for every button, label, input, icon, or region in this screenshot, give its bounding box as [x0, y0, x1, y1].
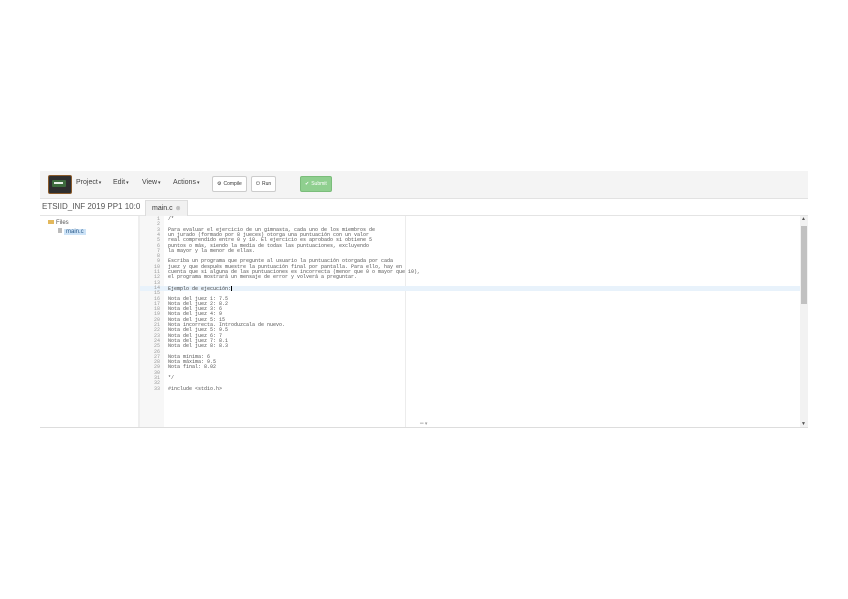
- text-cursor: [231, 285, 233, 291]
- tree-folder-files[interactable]: Files: [48, 220, 69, 226]
- file-tree: Files main.c: [40, 216, 138, 427]
- divider: [40, 427, 808, 428]
- menu-edit[interactable]: Edit▾: [113, 179, 129, 186]
- gear-icon: ⚙: [217, 181, 222, 187]
- compile-button[interactable]: ⚙ Compile: [212, 176, 247, 192]
- code-editor[interactable]: 1/* 2 3 Para evaluar el ejercicio de un gim…: [140, 216, 800, 427]
- menu-actions[interactable]: Actions▾: [173, 179, 199, 186]
- code-text: #include <stdio.h>: [168, 385, 223, 392]
- scroll-up-icon[interactable]: ▲: [801, 216, 806, 222]
- tab-main-c[interactable]: main.c ⊗: [145, 200, 188, 216]
- scrollbar-thumb[interactable]: [801, 226, 807, 304]
- close-icon[interactable]: ⊗: [176, 206, 181, 212]
- run-button[interactable]: ⏻ Run: [251, 176, 277, 192]
- project-title: ETSIID_INF 2019 PP1 10:00:00: [42, 202, 140, 211]
- folder-icon: [48, 220, 54, 224]
- check-icon: ✔: [305, 181, 310, 187]
- editor-scrollbar[interactable]: ▲ ▼: [800, 216, 808, 427]
- tree-file-main-c[interactable]: main.c: [58, 228, 86, 235]
- menu-project[interactable]: Project▾: [76, 179, 101, 186]
- file-icon: [58, 228, 62, 233]
- submit-button[interactable]: ✔ Submit: [300, 176, 332, 192]
- ide-window: Project▾ Edit▾ View▾ Actions▾ ⚙ Compile ⏻…: [40, 171, 808, 428]
- toolbar: Project▾ Edit▾ View▾ Actions▾ ⚙ Compile ⏻…: [40, 171, 808, 199]
- code-line[interactable]: 33 #include <stdio.h>: [140, 385, 800, 392]
- title-bar: ETSIID_INF 2019 PP1 10:00:00 main.c⊗: [40, 199, 808, 216]
- menu-view[interactable]: View▾: [142, 179, 161, 186]
- line-number: 33: [153, 385, 160, 392]
- chalkboard-icon[interactable]: [48, 175, 72, 194]
- power-icon: ⏻: [256, 181, 260, 187]
